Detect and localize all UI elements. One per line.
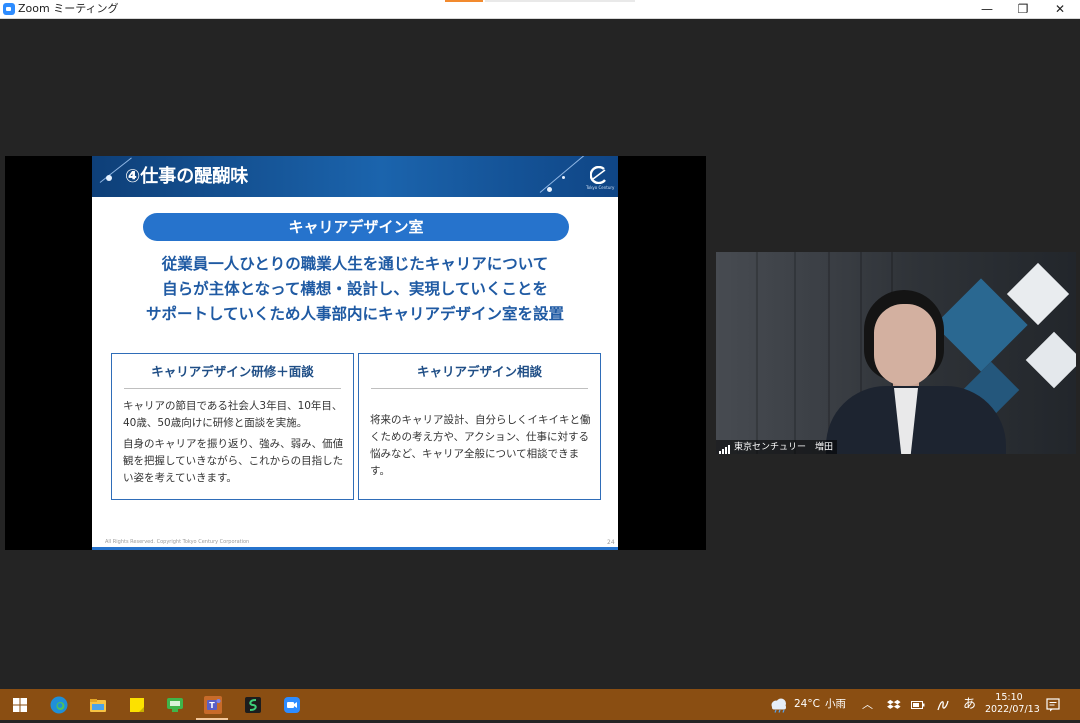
share-indicator [445,0,483,2]
weather-cloud-icon[interactable] [769,697,789,713]
clock-time: 15:10 [995,692,1023,703]
teams-icon[interactable]: T [203,695,223,715]
wall-slat [794,252,796,454]
participant-name: 東京センチュリー 増田 [734,442,834,453]
decoration-dot [547,187,552,192]
participant-face [874,304,936,386]
slide-title: ④仕事の醍醐味 [125,166,249,187]
main-line: 自らが主体となって構想・設計し、実現していくことを [162,280,548,298]
consultation-box-title: キャリアデザイン相談 [416,364,542,379]
participant-name-label: 東京センチュリー 増田 [716,440,838,454]
restore-button[interactable]: ❐ [1006,0,1040,18]
battery-icon[interactable] [911,700,925,710]
taskbar: T 24°C 小雨 ︿ あ 15:10 2022/07/13 [0,689,1080,720]
consultation-box: キャリアデザイン相談 将来のキャリア設計、自分らしくイキイキと働くための考え方や… [358,353,601,500]
slide-page-number: 24 [607,539,615,546]
training-box: キャリアデザイン研修＋面談 キャリアの節目である社会人3年目、10年目、40歳、… [111,353,354,500]
slide-bottom-bar [92,547,618,550]
sticky-notes-icon[interactable] [127,695,147,715]
svg-text:T: T [209,701,215,710]
training-paragraph: キャリアの節目である社会人3年目、10年目、40歳、50歳向けに研修と面談を実施… [123,400,343,429]
share-toolbar-handle[interactable] [485,0,635,2]
edge-icon[interactable] [49,695,69,715]
tokyo-century-logo-icon [590,166,606,184]
slide-header: ④仕事の醍醐味 Tokyo Century [92,156,618,197]
divider [371,388,588,389]
ime-indicator[interactable]: あ [963,689,976,720]
title-bar: Zoom ミーティング — ❐ ✕ [0,0,1080,19]
close-button[interactable]: ✕ [1043,0,1077,18]
weather-text[interactable]: 小雨 [825,689,846,720]
stream-icon[interactable] [243,695,263,715]
tray-expand-icon[interactable]: ︿ [862,689,873,720]
training-box-body: キャリアの節目である社会人3年目、10年目、40歳、50歳向けに研修と面談を実施… [123,398,344,491]
wall-slat [756,252,758,454]
chat-icon[interactable] [165,695,185,715]
zoom-icon[interactable] [282,695,302,715]
logo-text: Tokyo Century [586,185,615,190]
connection-signal-icon [719,440,731,454]
clock-date: 2022/07/13 [985,704,1040,715]
section-pill: キャリアデザイン室 [143,213,569,241]
training-box-title: キャリアデザイン研修＋面談 [151,364,314,379]
notification-icon[interactable] [1046,698,1060,712]
start-icon[interactable] [10,695,30,715]
presentation-slide: ④仕事の醍醐味 Tokyo Century キャリアデザイン室 従業員一人ひとり… [92,156,618,550]
main-message: 従業員一人ひとりの職業人生を通じたキャリアについて 自らが主体となって構想・設計… [132,252,578,327]
participant-video[interactable]: 東京センチュリー 増田 [716,252,1076,454]
decoration-dot [106,175,112,181]
main-line: 従業員一人ひとりの職業人生を通じたキャリアについて [161,255,549,273]
pen-icon[interactable] [936,698,950,712]
dropbox-icon[interactable] [887,699,901,711]
consultation-box-body: 将来のキャリア設計、自分らしくイキイキと働くための考え方や、アクション、仕事に対… [370,412,591,484]
slide-copyright: All Rights Reserved. Copyright Tokyo Cen… [105,539,250,545]
file-explorer-icon[interactable] [88,695,108,715]
clock[interactable]: 15:10 2022/07/13 [985,689,1040,723]
zoom-logo-icon [3,3,15,15]
weather-temp[interactable]: 24°C [794,689,820,720]
main-line: サポートしていくため人事部内にキャリアデザイン室を設置 [145,305,565,323]
training-paragraph: 自身のキャリアを振り返り、強み、弱み、価値観を把握していきながら、これからの目指… [123,438,344,484]
consultation-paragraph: 将来のキャリア設計、自分らしくイキイキと働くための考え方や、アクション、仕事に対… [370,414,591,477]
window-title: Zoom ミーティング [18,2,119,15]
decoration-dot [562,176,565,179]
minimize-button[interactable]: — [970,0,1004,18]
divider [124,388,341,389]
